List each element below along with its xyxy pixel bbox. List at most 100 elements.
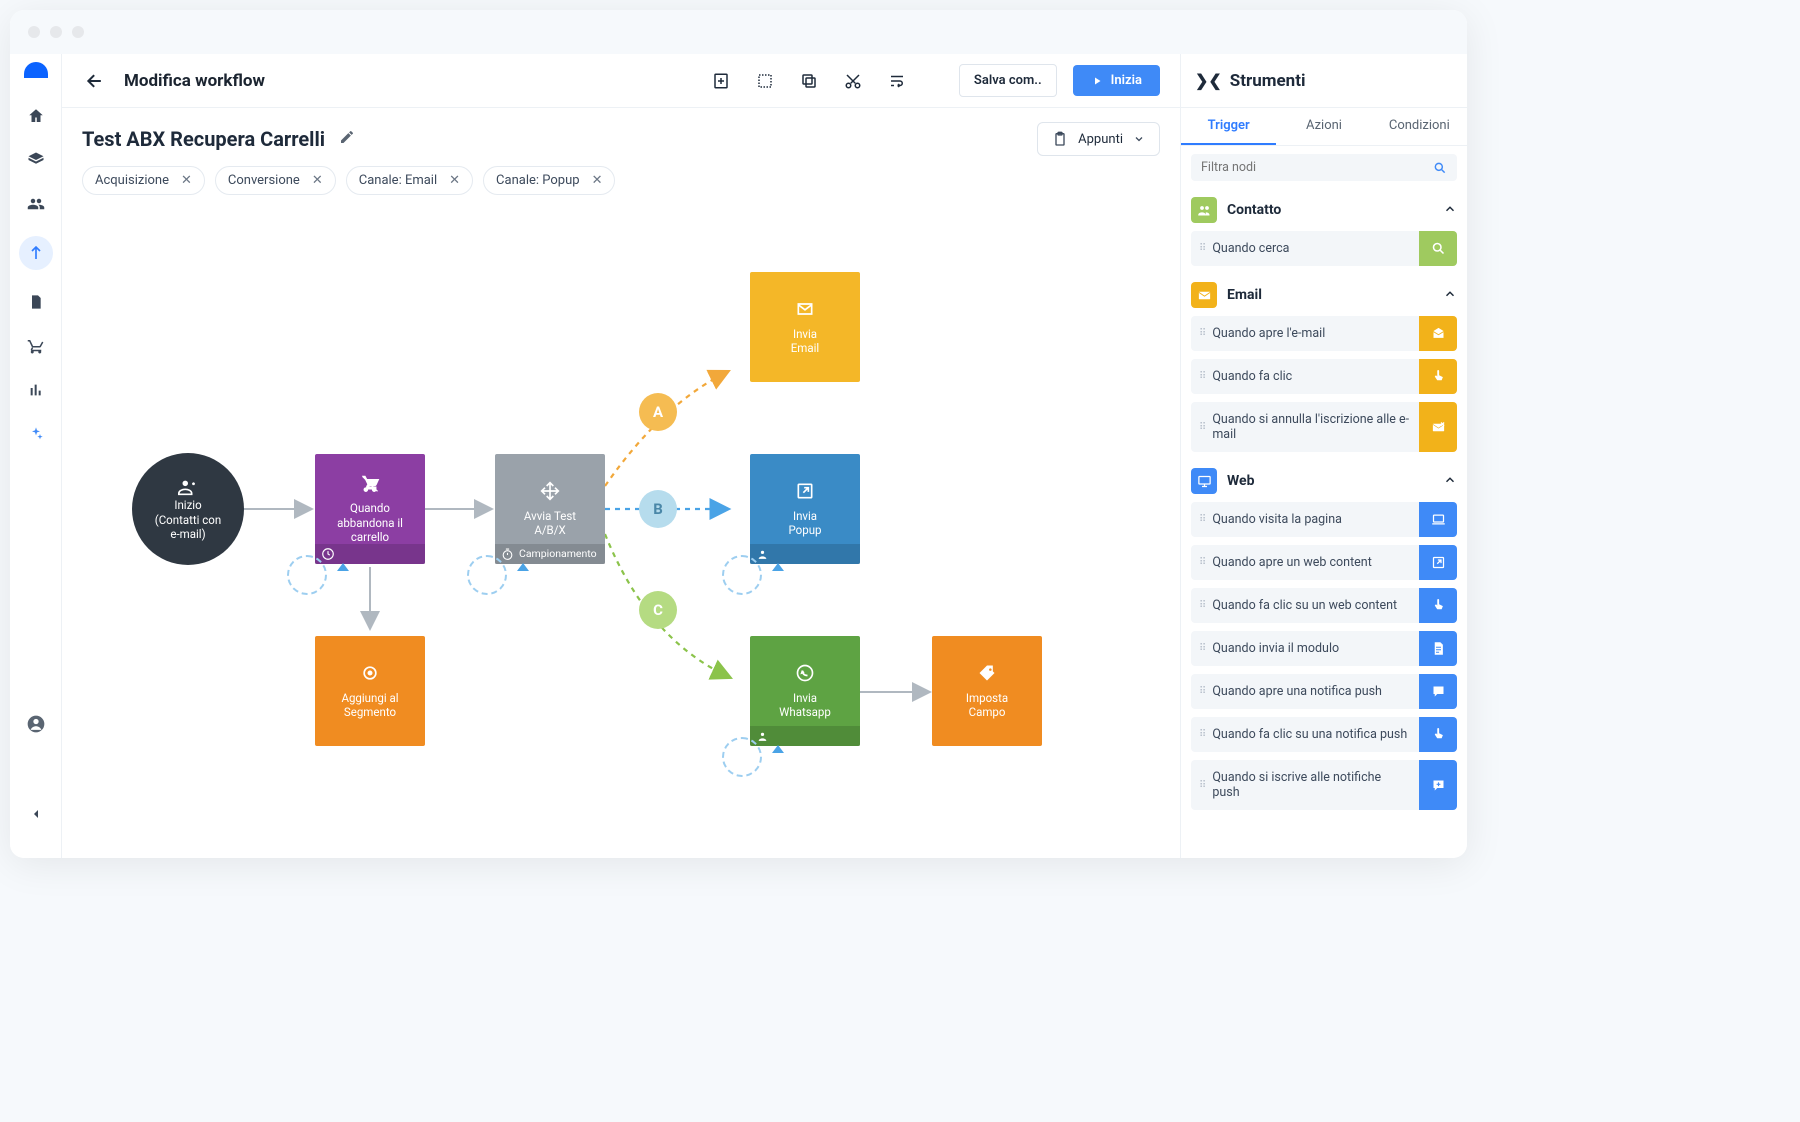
drag-handle-icon[interactable]: ⠿ bbox=[1191, 729, 1212, 740]
chevron-up-icon bbox=[1443, 201, 1457, 220]
add-caret-icon bbox=[337, 563, 349, 571]
tool-item[interactable]: ⠿Quando si iscrive alle notifiche push bbox=[1191, 760, 1457, 810]
topbar: Modifica workflow Salva com.. Inizia bbox=[62, 54, 1180, 108]
nav-collapse-icon[interactable] bbox=[24, 802, 48, 826]
save-as-button[interactable]: Salva com.. bbox=[959, 64, 1057, 97]
section-title: Web bbox=[1227, 473, 1433, 489]
tool-item[interactable]: ⠿Quando fa clic bbox=[1191, 359, 1457, 394]
branch-c-badge: C bbox=[639, 591, 677, 629]
tab-actions[interactable]: Azioni bbox=[1276, 108, 1371, 145]
workflow-canvas[interactable]: Inizio (Contatti con e-mail) Quando abba… bbox=[62, 209, 1180, 858]
add-ring[interactable] bbox=[287, 555, 327, 595]
nav-account-icon[interactable] bbox=[24, 712, 48, 736]
nav-cart-icon[interactable] bbox=[24, 334, 48, 358]
collapse-panel-icon[interactable]: ❯ ❮ bbox=[1195, 71, 1220, 90]
tool-copy-icon[interactable] bbox=[795, 67, 823, 95]
tool-wrap-icon[interactable] bbox=[883, 67, 911, 95]
drag-handle-icon[interactable]: ⠿ bbox=[1191, 643, 1212, 654]
section-contatto[interactable]: Contatto bbox=[1191, 189, 1457, 231]
tool-item[interactable]: ⠿Quando visita la pagina bbox=[1191, 502, 1457, 537]
tool-item-action-icon bbox=[1419, 760, 1457, 810]
remove-tag-icon[interactable]: ✕ bbox=[181, 173, 192, 188]
action-node-send-whatsapp[interactable]: Invia Whatsapp bbox=[750, 636, 860, 746]
drag-handle-icon[interactable]: ⠿ bbox=[1191, 780, 1212, 791]
filter-search[interactable] bbox=[1191, 154, 1457, 181]
nav-home-icon[interactable] bbox=[24, 104, 48, 128]
drag-handle-icon[interactable]: ⠿ bbox=[1191, 514, 1212, 525]
left-nav bbox=[10, 54, 62, 858]
add-ring[interactable] bbox=[722, 737, 762, 777]
clipboard-button[interactable]: Appunti bbox=[1037, 122, 1160, 156]
app-logo-icon bbox=[24, 62, 48, 78]
open-external-icon bbox=[795, 481, 815, 501]
tool-cut-icon[interactable] bbox=[839, 67, 867, 95]
drag-handle-icon[interactable]: ⠿ bbox=[1191, 422, 1212, 433]
add-caret-icon bbox=[772, 745, 784, 753]
filter-input[interactable] bbox=[1201, 160, 1433, 175]
tag-chip[interactable]: Canale: Popup✕ bbox=[483, 166, 615, 195]
tag-bar: Acquisizione✕ Conversione✕ Canale: Email… bbox=[62, 166, 1180, 209]
nav-doc-icon[interactable] bbox=[24, 290, 48, 314]
target-icon bbox=[360, 663, 380, 683]
nav-workflow-icon[interactable] bbox=[19, 236, 53, 270]
tool-item-label: Quando fa clic bbox=[1212, 359, 1419, 394]
chevron-up-icon bbox=[1443, 286, 1457, 305]
remove-tag-icon[interactable]: ✕ bbox=[592, 173, 603, 188]
add-ring[interactable] bbox=[722, 555, 762, 595]
drag-handle-icon[interactable]: ⠿ bbox=[1191, 557, 1212, 568]
tool-item[interactable]: ⠿Quando si annulla l'iscrizione alle e-m… bbox=[1191, 402, 1457, 452]
tool-item[interactable]: ⠿Quando cerca bbox=[1191, 231, 1457, 266]
tool-item-action-icon bbox=[1419, 631, 1457, 666]
tool-item-label: Quando apre l'e-mail bbox=[1212, 316, 1419, 351]
start-button[interactable]: Inizia bbox=[1073, 65, 1160, 96]
nav-sparkle-icon[interactable] bbox=[24, 422, 48, 446]
tool-item-action-icon bbox=[1419, 674, 1457, 709]
tool-item[interactable]: ⠿Quando fa clic su una notifica push bbox=[1191, 717, 1457, 752]
action-node-add-segment[interactable]: Aggiungi al Segmento bbox=[315, 636, 425, 746]
window-dot bbox=[50, 26, 62, 38]
action-node-abx-test[interactable]: Avvia Test A/B/X Campionamento bbox=[495, 454, 605, 564]
tag-chip[interactable]: Canale: Email✕ bbox=[346, 166, 473, 195]
drag-handle-icon[interactable]: ⠿ bbox=[1191, 600, 1212, 611]
nav-layers-icon[interactable] bbox=[24, 148, 48, 172]
drag-handle-icon[interactable]: ⠿ bbox=[1191, 328, 1212, 339]
tag-chip[interactable]: Acquisizione✕ bbox=[82, 166, 205, 195]
section-email[interactable]: Email bbox=[1191, 274, 1457, 316]
drag-handle-icon[interactable]: ⠿ bbox=[1191, 243, 1212, 254]
drag-handle-icon[interactable]: ⠿ bbox=[1191, 686, 1212, 697]
clipboard-label: Appunti bbox=[1078, 132, 1123, 147]
tab-trigger[interactable]: Trigger bbox=[1181, 108, 1276, 145]
section-web[interactable]: Web bbox=[1191, 460, 1457, 502]
tool-item-action-icon bbox=[1419, 502, 1457, 537]
action-node-send-email[interactable]: Invia Email bbox=[750, 272, 860, 382]
tab-conditions[interactable]: Condizioni bbox=[1372, 108, 1467, 145]
remove-tag-icon[interactable]: ✕ bbox=[312, 173, 323, 188]
move-icon bbox=[540, 481, 560, 501]
trigger-node-abandon-cart[interactable]: Quando abbandona il carrello bbox=[315, 454, 425, 564]
tool-add-node-icon[interactable] bbox=[707, 67, 735, 95]
nav-chart-icon[interactable] bbox=[24, 378, 48, 402]
action-node-send-popup[interactable]: Invia Popup bbox=[750, 454, 860, 564]
remove-tag-icon[interactable]: ✕ bbox=[449, 173, 460, 188]
tool-item[interactable]: ⠿Quando fa clic su un web content bbox=[1191, 588, 1457, 623]
start-button-label: Inizia bbox=[1111, 73, 1142, 88]
tool-item[interactable]: ⠿Quando apre un web content bbox=[1191, 545, 1457, 580]
tool-item[interactable]: ⠿Quando apre l'e-mail bbox=[1191, 316, 1457, 351]
start-node[interactable]: Inizio (Contatti con e-mail) bbox=[132, 453, 244, 565]
subbar: Test ABX Recupera Carrelli Appunti bbox=[62, 108, 1180, 166]
drag-handle-icon[interactable]: ⠿ bbox=[1191, 371, 1212, 382]
add-ring[interactable] bbox=[467, 555, 507, 595]
edit-title-icon[interactable] bbox=[339, 129, 355, 149]
tool-item-label: Quando apre un web content bbox=[1212, 545, 1419, 580]
back-button[interactable] bbox=[82, 68, 108, 94]
tool-item[interactable]: ⠿Quando apre una notifica push bbox=[1191, 674, 1457, 709]
tool-select-icon[interactable] bbox=[751, 67, 779, 95]
action-node-set-field[interactable]: Imposta Campo bbox=[932, 636, 1042, 746]
tool-item-action-icon bbox=[1419, 545, 1457, 580]
tool-item[interactable]: ⠿Quando invia il modulo bbox=[1191, 631, 1457, 666]
section-icon bbox=[1191, 197, 1217, 223]
nav-people-icon[interactable] bbox=[24, 192, 48, 216]
tag-chip[interactable]: Conversione✕ bbox=[215, 166, 336, 195]
window-dot bbox=[28, 26, 40, 38]
section-icon bbox=[1191, 282, 1217, 308]
